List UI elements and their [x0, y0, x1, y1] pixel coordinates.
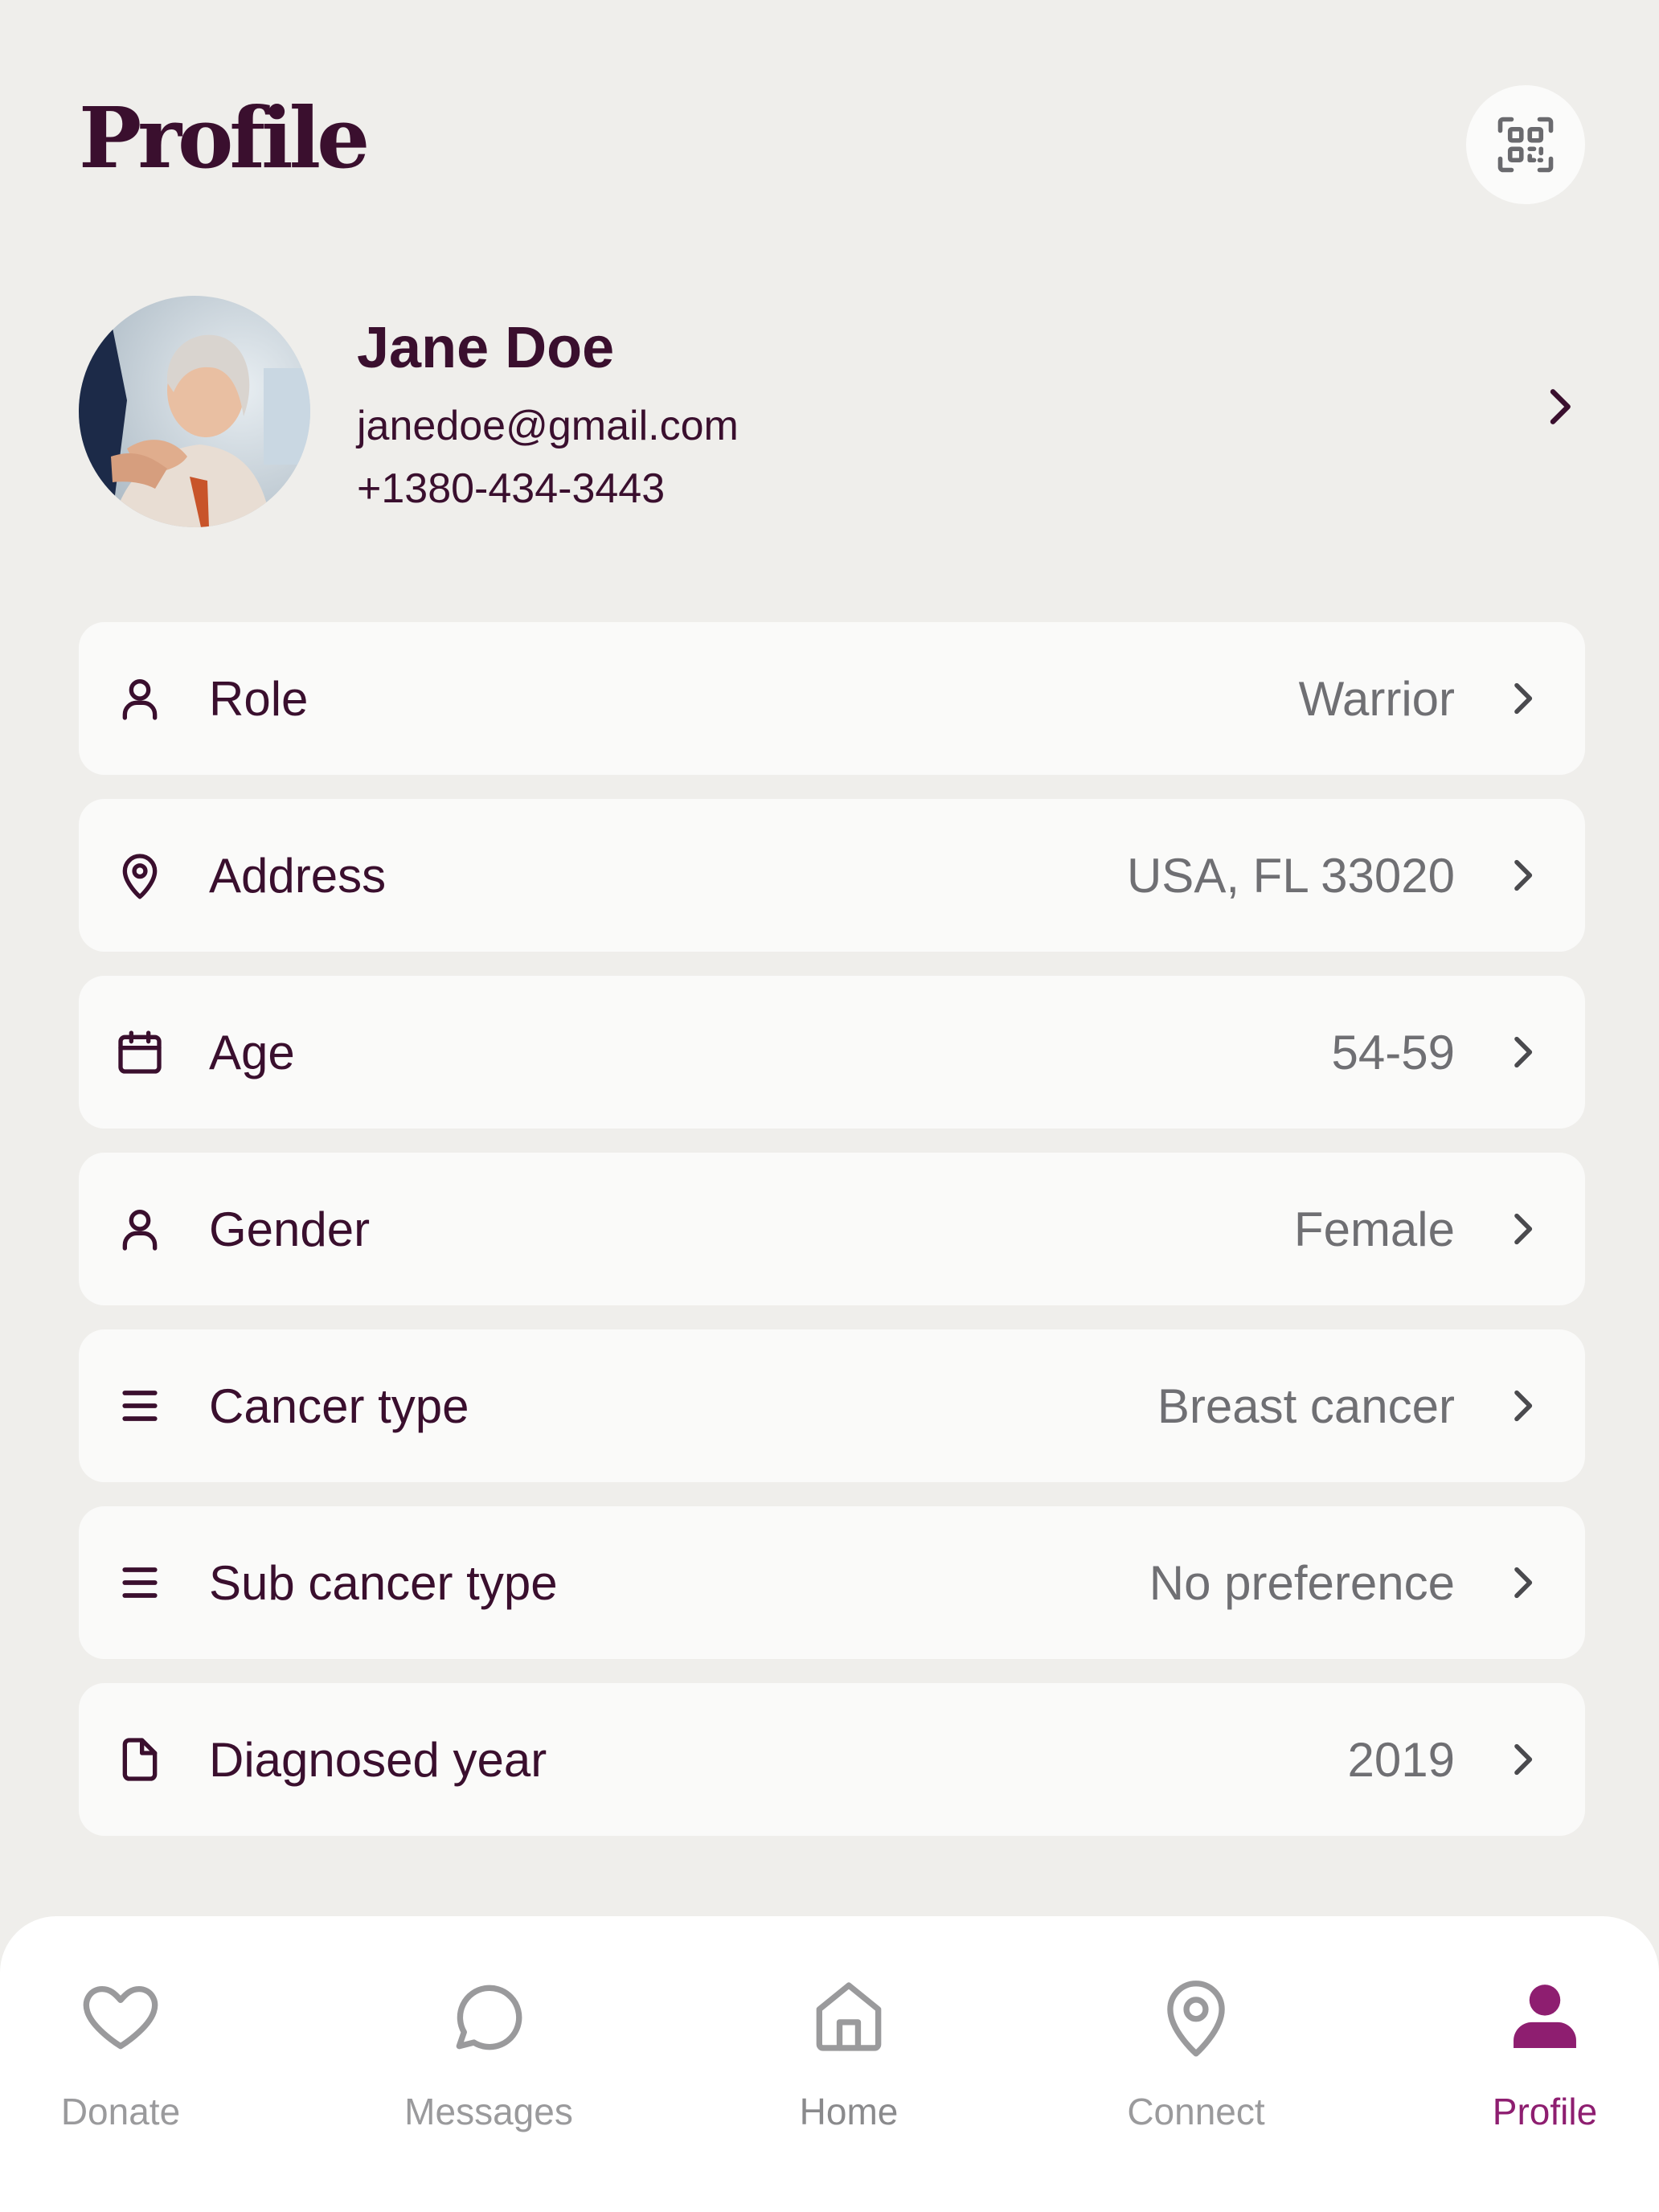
nav-messages[interactable]: Messages: [360, 1972, 617, 2149]
row-value: Female: [1293, 1202, 1455, 1256]
row-label: Address: [209, 848, 387, 903]
profile-summary-card[interactable]: Jane Doe janedoe@gmail.com +1380-434-344…: [79, 296, 1585, 530]
row-sub-cancer-type[interactable]: Sub cancer type No preference: [79, 1506, 1585, 1659]
user-icon: [122, 679, 158, 720]
row-label: Cancer type: [209, 1378, 469, 1433]
row-label: Sub cancer type: [209, 1555, 558, 1610]
row-gender[interactable]: Gender Female: [79, 1153, 1585, 1305]
chevron-right-icon: [1514, 1036, 1533, 1068]
nav-label: Donate: [60, 2091, 181, 2132]
nav-donate[interactable]: Donate: [0, 1972, 249, 2149]
page-title: Profile: [79, 88, 370, 187]
chat-bubble-icon: [456, 1985, 522, 2050]
row-value: 2019: [1347, 1732, 1455, 1787]
user-phone: +1380-434-3443: [357, 465, 666, 512]
document-icon: [122, 1738, 158, 1781]
nav-profile[interactable]: Profile: [1416, 1972, 1659, 2149]
nav-connect[interactable]: Connect: [1067, 1972, 1325, 2149]
chevron-right-icon: [1514, 1567, 1533, 1599]
row-address[interactable]: Address USA, FL 33020: [79, 799, 1585, 952]
row-cancer-type[interactable]: Cancer type Breast cancer: [79, 1329, 1585, 1482]
user-email: janedoe@gmail.com: [357, 403, 739, 449]
row-diagnosed-year[interactable]: Diagnosed year 2019: [79, 1683, 1585, 1836]
user-name: Jane Doe: [357, 316, 615, 380]
qr-code-icon: [1497, 117, 1554, 173]
qr-code-button[interactable]: [1466, 85, 1585, 204]
chevron-right-icon: [1514, 859, 1533, 891]
row-value: 54-59: [1331, 1025, 1455, 1079]
row-label: Gender: [209, 1202, 371, 1256]
row-label: Diagnosed year: [209, 1732, 547, 1787]
heart-icon: [83, 1985, 158, 2050]
nav-label: Messages: [404, 2091, 573, 2132]
row-value: No preference: [1149, 1555, 1455, 1610]
list-icon: [122, 1391, 158, 1421]
row-value: Warrior: [1298, 671, 1455, 726]
list-icon: [122, 1567, 158, 1598]
nav-label: Profile: [1492, 2091, 1598, 2132]
home-icon: [816, 1982, 882, 2051]
user-icon: [1514, 1985, 1576, 2048]
row-value: USA, FL 33020: [1126, 848, 1455, 903]
nav-label: Home: [799, 2091, 899, 2132]
row-age[interactable]: Age 54-59: [79, 976, 1585, 1129]
row-role[interactable]: Role Warrior: [79, 622, 1585, 775]
location-pin-icon: [1167, 1981, 1225, 2057]
chevron-right-icon[interactable]: [1534, 381, 1585, 432]
row-label: Age: [209, 1025, 295, 1079]
row-label: Role: [209, 671, 309, 726]
calendar-icon: [118, 1030, 162, 1074]
nav-label: Connect: [1127, 2091, 1265, 2132]
profile-details-list: Role Warrior Address USA, FL 33020 Age 5…: [79, 622, 1585, 1860]
location-pin-icon: [122, 854, 158, 899]
nav-home[interactable]: Home: [720, 1972, 977, 2149]
chevron-right-icon: [1514, 1743, 1533, 1776]
chevron-right-icon: [1514, 682, 1533, 715]
bottom-nav: Donate Messages Home Connect Profile: [0, 1916, 1659, 2212]
chevron-right-icon: [1514, 1213, 1533, 1245]
row-value: Breast cancer: [1157, 1378, 1455, 1433]
chevron-right-icon: [1514, 1390, 1533, 1422]
avatar: [79, 296, 310, 527]
user-icon: [122, 1210, 158, 1251]
